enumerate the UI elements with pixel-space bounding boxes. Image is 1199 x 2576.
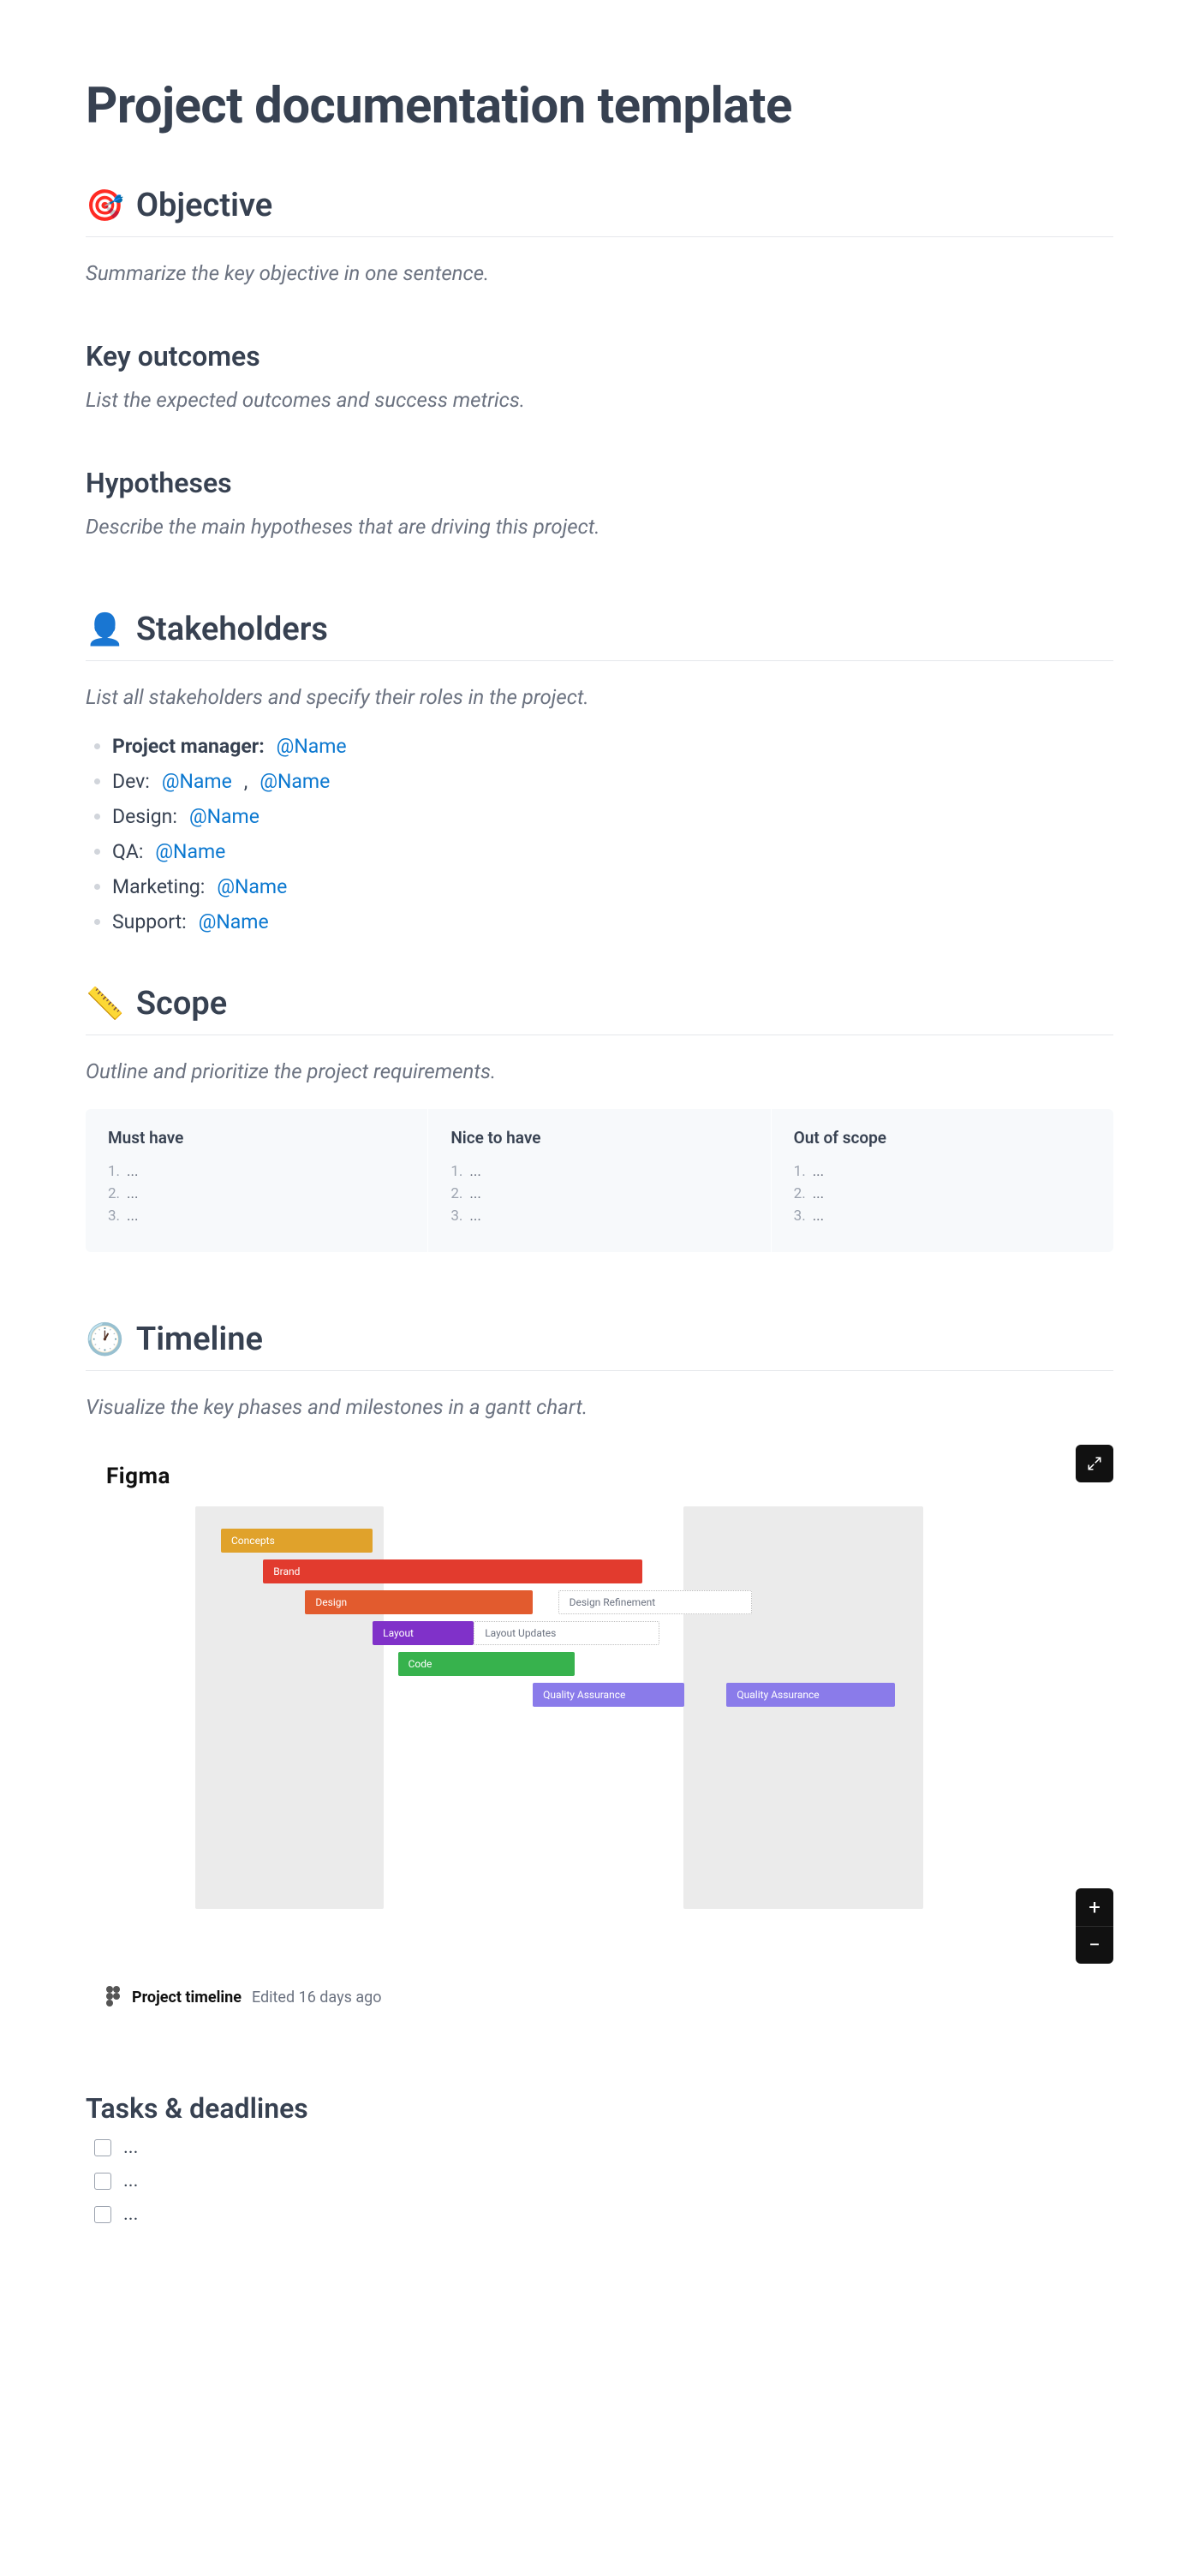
- bullet-icon: [94, 884, 100, 890]
- scope-item[interactable]: 3....: [108, 1208, 405, 1225]
- stakeholder-list: Project manager: @NameDev: @Name, @NameD…: [94, 735, 1113, 933]
- figma-embed[interactable]: Figma Concepts Brand Design Design Refineme…: [86, 1445, 1113, 2024]
- divider: [86, 1370, 1113, 1371]
- figma-doc-title[interactable]: Project timeline: [132, 1989, 242, 2007]
- bullet-icon: [94, 778, 100, 784]
- gantt-bar[interactable]: Design Refinement: [558, 1590, 752, 1614]
- mention[interactable]: @Name: [199, 910, 269, 933]
- mention[interactable]: @Name: [277, 735, 347, 758]
- list-item[interactable]: QA: @Name: [94, 840, 1113, 863]
- mention[interactable]: @Name: [162, 770, 232, 793]
- scope-column[interactable]: Nice to have 1.... 2.... 3....: [427, 1109, 770, 1252]
- task-item[interactable]: ...: [94, 2203, 1113, 2225]
- task-label: ...: [123, 2137, 138, 2158]
- scope-item[interactable]: 2....: [794, 1185, 1091, 1202]
- expand-button[interactable]: [1076, 1445, 1113, 1482]
- gantt-bar[interactable]: Design: [305, 1590, 533, 1614]
- task-label: ...: [123, 2203, 138, 2225]
- section-hypotheses: Hypotheses: [86, 467, 1113, 499]
- scope-item[interactable]: 1....: [794, 1163, 1091, 1180]
- scope-item[interactable]: 3....: [794, 1208, 1091, 1225]
- scope-item[interactable]: 1....: [450, 1163, 748, 1180]
- section-objective: 🎯 Objective: [86, 187, 1113, 224]
- divider: [86, 660, 1113, 661]
- timeline-prompt[interactable]: Visualize the key phases and milestones …: [86, 1392, 1113, 1422]
- scope-item[interactable]: 3....: [450, 1208, 748, 1225]
- scope-item[interactable]: 2....: [108, 1185, 405, 1202]
- hypotheses-prompt[interactable]: Describe the main hypotheses that are dr…: [86, 511, 1113, 542]
- section-key-outcomes: Key outcomes: [86, 340, 1113, 373]
- stakeholder-role: Project manager:: [112, 735, 265, 758]
- scope-prompt[interactable]: Outline and prioritize the project requi…: [86, 1056, 1113, 1087]
- section-stakeholders-label: Stakeholders: [136, 611, 328, 648]
- stakeholders-prompt[interactable]: List all stakeholders and specify their …: [86, 682, 1113, 713]
- task-item[interactable]: ...: [94, 2170, 1113, 2191]
- gantt-bar[interactable]: Code: [398, 1652, 576, 1676]
- key-outcomes-prompt[interactable]: List the expected outcomes and success m…: [86, 385, 1113, 415]
- scope-column-header: Out of scope: [794, 1128, 1091, 1148]
- zoom-out-button[interactable]: −: [1076, 1926, 1113, 1965]
- bullet-icon: [94, 849, 100, 855]
- gantt-bar[interactable]: Concepts: [221, 1529, 373, 1553]
- divider: [86, 236, 1113, 237]
- gantt-bar[interactable]: Quality Assurance: [533, 1683, 684, 1707]
- list-item[interactable]: Project manager: @Name: [94, 735, 1113, 758]
- gantt-bar[interactable]: Layout Updates: [474, 1621, 659, 1645]
- section-timeline-label: Timeline: [136, 1321, 263, 1358]
- section-timeline: 🕐 Timeline: [86, 1321, 1113, 1358]
- bullet-icon: [94, 814, 100, 820]
- section-stakeholders: 👤 Stakeholders: [86, 611, 1113, 648]
- gantt-bar[interactable]: Brand: [263, 1559, 642, 1583]
- stakeholder-role: Design:: [112, 805, 177, 828]
- mention[interactable]: @Name: [217, 875, 287, 898]
- list-item[interactable]: Design: @Name: [94, 805, 1113, 828]
- scope-column-header: Must have: [108, 1128, 405, 1148]
- gantt-chart[interactable]: Concepts Brand Design Design Refinement Layo…: [101, 1506, 1098, 1909]
- figma-edited-label: Edited 16 days ago: [252, 1989, 382, 2007]
- section-objective-label: Objective: [136, 187, 272, 224]
- stakeholder-role: Marketing:: [112, 875, 205, 898]
- section-tasks: Tasks & deadlines: [86, 2092, 1113, 2125]
- zoom-controls: + −: [1076, 1888, 1113, 1964]
- stakeholder-role: Dev:: [112, 770, 150, 793]
- bullet-icon: [94, 743, 100, 749]
- list-item[interactable]: Dev: @Name, @Name: [94, 770, 1113, 793]
- figma-icon: [106, 1986, 122, 2008]
- zoom-in-button[interactable]: +: [1076, 1888, 1113, 1926]
- gantt-bar[interactable]: Layout: [373, 1621, 474, 1645]
- list-item[interactable]: Support: @Name: [94, 910, 1113, 933]
- mention[interactable]: @Name: [155, 840, 225, 863]
- scope-item[interactable]: 2....: [450, 1185, 748, 1202]
- mention[interactable]: @Name: [189, 805, 259, 828]
- objective-prompt[interactable]: Summarize the key objective in one sente…: [86, 258, 1113, 289]
- bullet-icon: [94, 919, 100, 925]
- section-scope-label: Scope: [136, 985, 227, 1023]
- scope-table: Must have 1.... 2.... 3.... Nice to have 1...…: [86, 1109, 1113, 1252]
- section-scope: 📏 Scope: [86, 985, 1113, 1023]
- gantt-panel: [683, 1506, 923, 1909]
- figma-product-label: Figma: [106, 1464, 1098, 1489]
- person-icon: 👤: [86, 614, 124, 645]
- task-item[interactable]: ...: [94, 2137, 1113, 2158]
- task-label: ...: [123, 2170, 138, 2191]
- scope-column[interactable]: Out of scope 1.... 2.... 3....: [771, 1109, 1113, 1252]
- target-icon: 🎯: [86, 190, 124, 221]
- scope-item[interactable]: 1....: [108, 1163, 405, 1180]
- stakeholder-role: QA:: [112, 840, 143, 863]
- ruler-icon: 📏: [86, 988, 124, 1019]
- scope-column-header: Nice to have: [450, 1128, 748, 1148]
- figma-footer: Project timeline Edited 16 days ago: [106, 1986, 1098, 2008]
- page-title: Project documentation template: [86, 77, 1113, 135]
- checkbox[interactable]: [94, 2139, 111, 2156]
- task-list: .........: [94, 2137, 1113, 2225]
- checkbox[interactable]: [94, 2206, 111, 2223]
- list-item[interactable]: Marketing: @Name: [94, 875, 1113, 898]
- checkbox[interactable]: [94, 2173, 111, 2190]
- gantt-bar[interactable]: Quality Assurance: [726, 1683, 895, 1707]
- mention[interactable]: @Name: [259, 770, 330, 793]
- clock-icon: 🕐: [86, 1324, 124, 1355]
- scope-column[interactable]: Must have 1.... 2.... 3....: [86, 1109, 427, 1252]
- stakeholder-role: Support:: [112, 910, 187, 933]
